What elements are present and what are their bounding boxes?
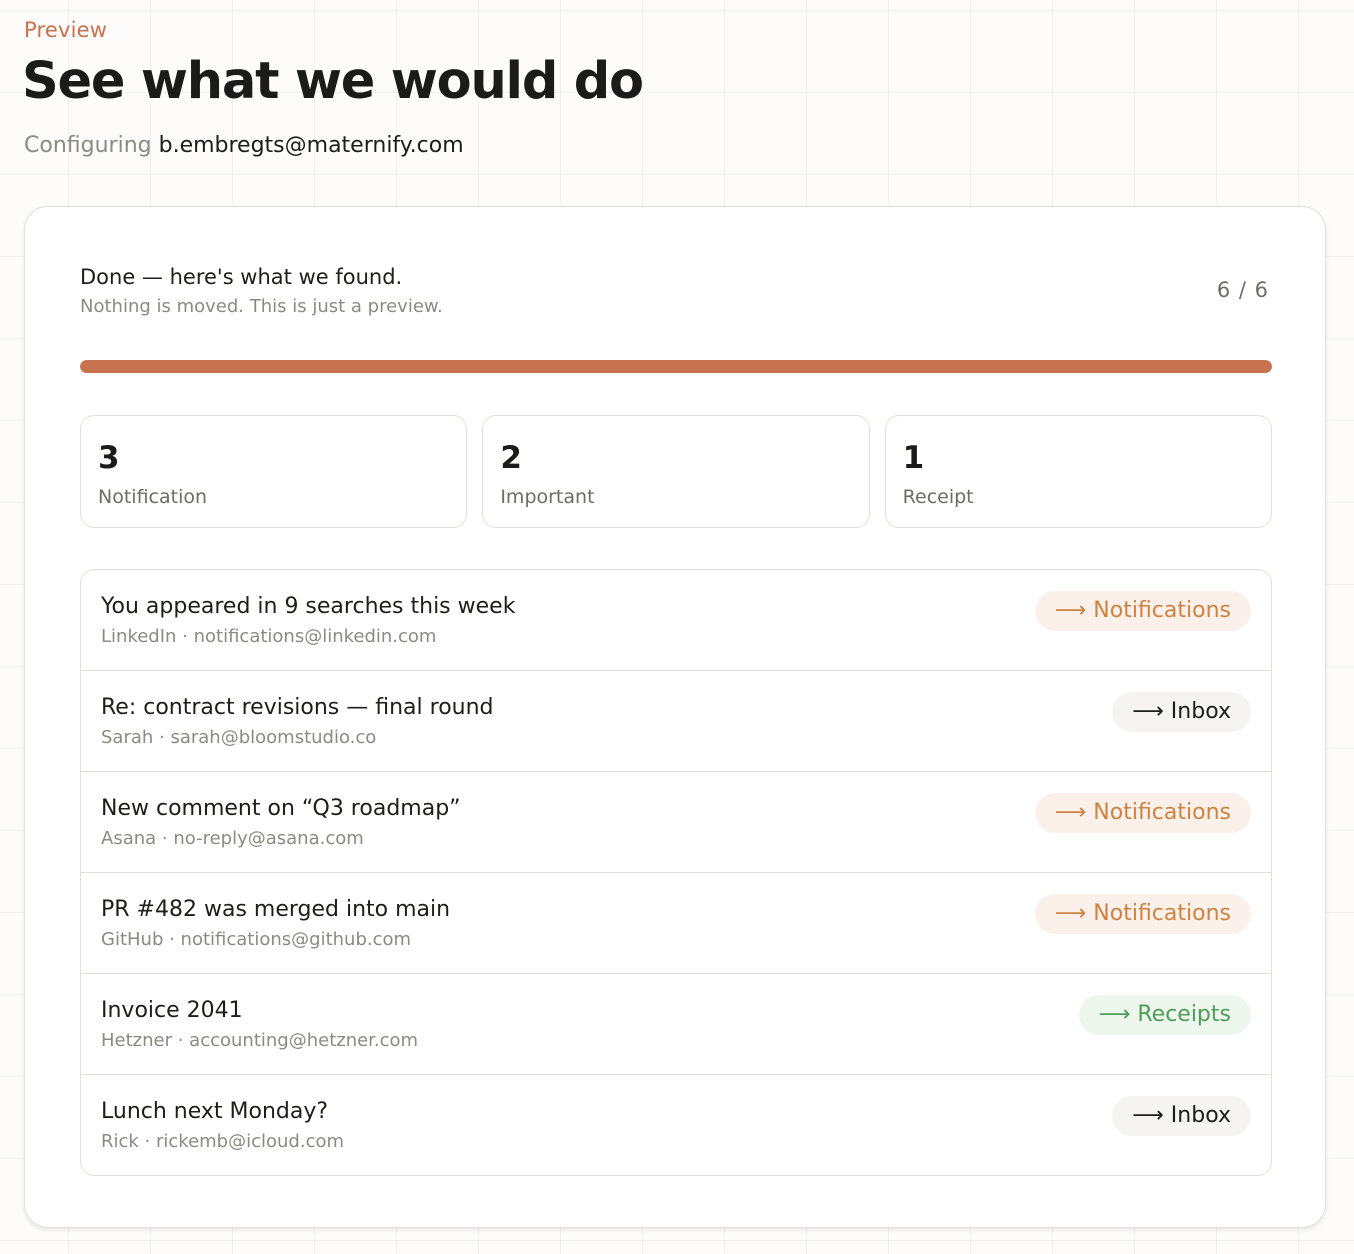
email-subject: PR #482 was merged into main [101, 897, 451, 922]
configuring-prefix: Configuring [24, 133, 152, 158]
email-sender: Rick · rickemb@icloud.com [101, 1131, 345, 1152]
destination-badge-inbox: ⟶ Inbox [1112, 692, 1251, 732]
email-sender: Sarah · sarah@bloomstudio.co [101, 727, 377, 748]
destination-badge-inbox: ⟶ Inbox [1112, 1096, 1251, 1136]
stat-count: 2 [500, 440, 522, 476]
stat-label: Receipt [902, 486, 974, 508]
email-list: You appeared in 9 searches this week Lin… [80, 569, 1272, 1176]
destination-badge-receipts: ⟶ Receipts [1078, 995, 1251, 1035]
preview-card: Done — here's what we found. Nothing is … [24, 206, 1326, 1228]
configuring-line: Configuring b.embregts@maternify.com [24, 133, 464, 158]
email-subject: Lunch next Monday? [101, 1099, 329, 1124]
destination-badge-notifications: ⟶ Notifications [1034, 894, 1251, 934]
progress-bar [80, 360, 1272, 373]
stat-card-notification: 3 Notification [80, 415, 468, 528]
email-row[interactable]: You appeared in 9 searches this week Lin… [81, 570, 1271, 670]
email-row[interactable]: PR #482 was merged into main GitHub · no… [81, 872, 1271, 973]
page-title: See what we would do [22, 52, 644, 111]
eyebrow-label: Preview [24, 18, 108, 42]
status-title: Done — here's what we found. [80, 265, 403, 289]
stat-count: 1 [902, 440, 925, 476]
progress-fill [80, 360, 1272, 373]
destination-badge-notifications: ⟶ Notifications [1034, 591, 1251, 631]
email-row[interactable]: Re: contract revisions — final round Sar… [81, 670, 1271, 771]
stat-card-important: 2 Important [482, 415, 870, 528]
stat-card-receipt: 1 Receipt [884, 415, 1272, 528]
email-subject: You appeared in 9 searches this week [101, 594, 516, 619]
email-subject: Re: contract revisions — final round [101, 695, 494, 720]
destination-badge-notifications: ⟶ Notifications [1034, 793, 1251, 833]
email-subject: Invoice 2041 [101, 998, 243, 1023]
email-sender: LinkedIn · notifications@linkedin.com [101, 626, 437, 647]
email-row[interactable]: Invoice 2041 Hetzner · accounting@hetzne… [81, 973, 1271, 1074]
email-sender: Hetzner · accounting@hetzner.com [101, 1030, 419, 1051]
stat-label: Notification [98, 486, 208, 508]
account-email: b.embregts@maternify.com [158, 133, 464, 158]
email-sender: Asana · no-reply@asana.com [101, 828, 364, 849]
email-subject: New comment on “Q3 roadmap” [101, 796, 461, 821]
stat-label: Important [500, 486, 595, 508]
email-sender: GitHub · notifications@github.com [101, 929, 412, 950]
stats-row: 3 Notification 2 Important 1 Receipt [80, 415, 1272, 528]
email-row[interactable]: Lunch next Monday? Rick · rickemb@icloud… [81, 1074, 1271, 1175]
email-row[interactable]: New comment on “Q3 roadmap” Asana · no-r… [81, 771, 1271, 872]
progress-counter: 6 / 6 [1216, 278, 1269, 302]
status-subtitle: Nothing is moved. This is just a preview… [80, 296, 443, 317]
stat-count: 3 [98, 440, 120, 476]
